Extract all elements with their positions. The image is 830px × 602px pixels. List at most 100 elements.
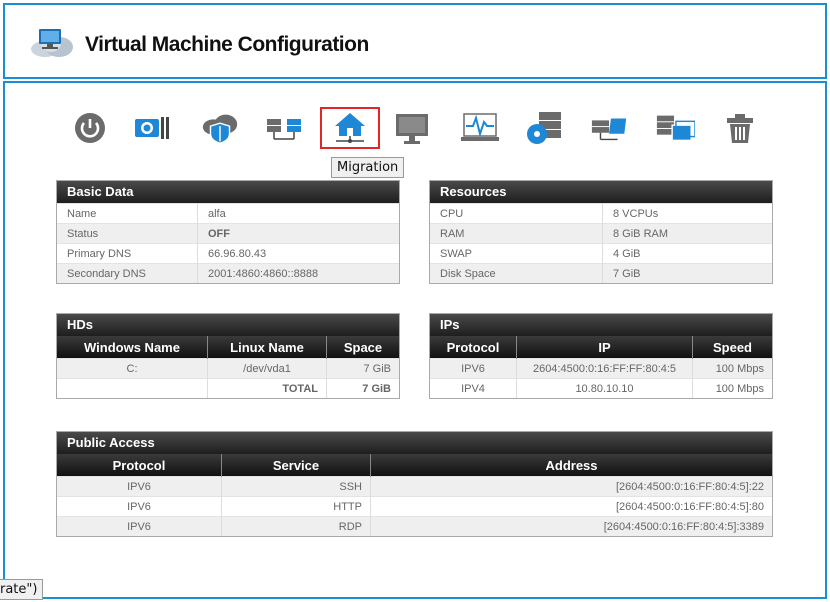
hds-table: Windows Name Linux Name Space C: /dev/vd…	[57, 336, 399, 398]
table-cell: 2604:4500:0:16:FF:FF:80:4:5	[516, 358, 693, 379]
network-button[interactable]	[265, 108, 305, 148]
status-value: OFF	[197, 223, 399, 244]
app-window: Virtual Machine Configuration Migration …	[0, 0, 830, 602]
table-header-row: Protocol Service Address	[57, 454, 772, 477]
total-label: TOTAL	[207, 378, 327, 398]
basic-data-table: Name alfa Status OFF Primary DNS 66.96.8…	[57, 203, 399, 283]
server-transfer-icon	[591, 118, 627, 141]
table-row: C: /dev/vda1 7 GiB	[57, 358, 399, 379]
status-bar: rate")	[0, 579, 44, 600]
server-disc-icon	[527, 112, 561, 144]
row-value: 4 GiB	[602, 243, 772, 264]
storage-button[interactable]	[525, 108, 565, 148]
table-row: CPU 8 VCPUs	[430, 203, 772, 224]
column-header: Service	[221, 454, 371, 477]
table-row: SWAP 4 GiB	[430, 243, 772, 264]
row-value: 7 GiB	[602, 263, 772, 283]
table-row: Primary DNS 66.96.80.43	[57, 243, 399, 264]
activity-monitor-icon	[461, 113, 499, 141]
row-label: Primary DNS	[57, 243, 198, 264]
column-header: IP	[516, 336, 693, 359]
table-row: Secondary DNS 2001:4860:4860::8888	[57, 263, 399, 283]
table-cell: IPV6	[57, 516, 222, 536]
column-header: Space	[326, 336, 399, 359]
table-row: Name alfa	[57, 203, 399, 224]
total-value: 7 GiB	[326, 378, 399, 398]
resources-panel: Resources CPU 8 VCPUs RAM 8 GiB RAM SWAP…	[429, 180, 773, 284]
ips-title: IPs	[430, 314, 772, 336]
row-label: Disk Space	[430, 263, 603, 283]
ips-panel: IPs Protocol IP Speed IPV6 2604:4500:0:1…	[429, 313, 773, 399]
servers-network-icon	[267, 119, 301, 140]
power-icon	[75, 113, 105, 143]
public-access-panel: Public Access Protocol Service Address I…	[56, 431, 773, 537]
row-label: RAM	[430, 223, 603, 244]
basic-data-title: Basic Data	[57, 181, 399, 203]
delete-button[interactable]	[720, 108, 760, 148]
toolbar	[70, 107, 770, 152]
camera-tools-icon	[135, 117, 169, 139]
migration-button[interactable]	[320, 107, 380, 149]
public-access-title: Public Access	[57, 432, 772, 454]
transfer-button[interactable]	[590, 108, 630, 148]
table-cell: 7 GiB	[326, 358, 399, 379]
table-row: IPV6 SSH [2604:4500:0:16:FF:80:4:5]:22	[57, 476, 772, 497]
row-label: Name	[57, 203, 198, 224]
table-cell: 100 Mbps	[692, 378, 772, 398]
column-header: Protocol	[430, 336, 517, 359]
table-cell: SSH	[221, 476, 371, 497]
table-cell: IPV6	[57, 496, 222, 517]
table-row: IPV6 2604:4500:0:16:FF:FF:80:4:5 100 Mbp…	[430, 358, 772, 379]
monitor-icon	[396, 114, 428, 144]
resources-table: CPU 8 VCPUs RAM 8 GiB RAM SWAP 4 GiB Dis…	[430, 203, 772, 283]
table-cell: [2604:4500:0:16:FF:80:4:5]:80	[370, 496, 772, 517]
column-header: Linux Name	[207, 336, 327, 359]
column-header: Protocol	[57, 454, 222, 477]
home-network-icon	[335, 113, 365, 143]
cloud-server-icon	[27, 23, 77, 64]
ips-table: Protocol IP Speed IPV6 2604:4500:0:16:FF…	[430, 336, 772, 398]
table-cell: IPV6	[57, 476, 222, 497]
console-button[interactable]	[392, 108, 432, 148]
row-label: SWAP	[430, 243, 603, 264]
column-header: Speed	[692, 336, 772, 359]
table-cell: 100 Mbps	[692, 358, 772, 379]
row-value: 8 VCPUs	[602, 203, 772, 224]
table-row: Disk Space 7 GiB	[430, 263, 772, 283]
resources-title: Resources	[430, 181, 772, 203]
hds-title: HDs	[57, 314, 399, 336]
column-header: Windows Name	[57, 336, 208, 359]
row-value: alfa	[197, 203, 399, 224]
row-value: 66.96.80.43	[197, 243, 399, 264]
trash-icon	[727, 114, 753, 143]
basic-data-panel: Basic Data Name alfa Status OFF Primary …	[56, 180, 400, 284]
table-cell: HTTP	[221, 496, 371, 517]
snapshot-button[interactable]	[132, 108, 172, 148]
row-label: Status	[57, 223, 198, 244]
table-cell: [2604:4500:0:16:FF:80:4:5]:3389	[370, 516, 772, 536]
table-cell: IPV4	[430, 378, 517, 398]
security-button[interactable]	[200, 108, 240, 148]
table-row: IPV6 HTTP [2604:4500:0:16:FF:80:4:5]:80	[57, 496, 772, 517]
clone-button[interactable]	[655, 108, 695, 148]
header: Virtual Machine Configuration	[3, 3, 827, 79]
table-header-row: Protocol IP Speed	[430, 336, 772, 359]
table-cell: IPV6	[430, 358, 517, 379]
column-header: Address	[370, 454, 772, 477]
table-cell: RDP	[221, 516, 371, 536]
table-row: Status OFF	[57, 223, 399, 244]
row-value: 8 GiB RAM	[602, 223, 772, 244]
table-cell: C:	[57, 358, 208, 379]
row-value: 2001:4860:4860::8888	[197, 263, 399, 283]
power-button[interactable]	[70, 108, 110, 148]
table-row: IPV6 RDP [2604:4500:0:16:FF:80:4:5]:3389	[57, 516, 772, 536]
hds-panel: HDs Windows Name Linux Name Space C: /de…	[56, 313, 400, 399]
table-cell: 10.80.10.10	[516, 378, 693, 398]
page-title: Virtual Machine Configuration	[85, 33, 369, 56]
public-access-table: Protocol Service Address IPV6 SSH [2604:…	[57, 454, 772, 536]
monitoring-button[interactable]	[460, 108, 500, 148]
row-label: CPU	[430, 203, 603, 224]
table-row: IPV4 10.80.10.10 100 Mbps	[430, 378, 772, 398]
cloud-shield-icon	[202, 114, 238, 144]
table-row: RAM 8 GiB RAM	[430, 223, 772, 244]
